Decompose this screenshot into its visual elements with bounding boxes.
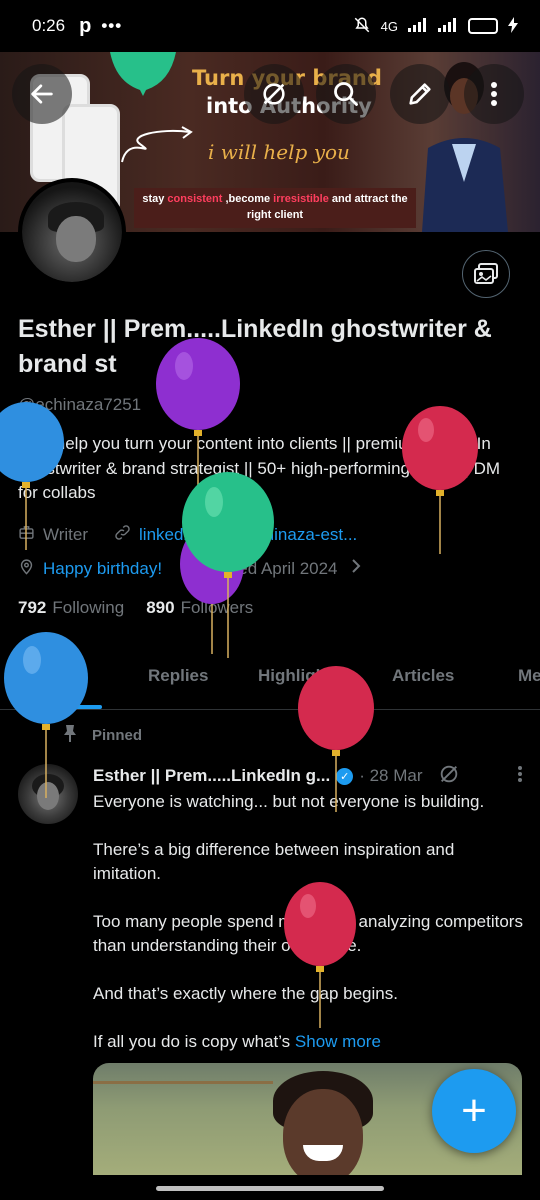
grok-icon (263, 83, 285, 105)
app-notification-icon: p (79, 14, 92, 37)
profile-website-link[interactable]: linkedin.com/in/chinaza-est... (139, 525, 357, 545)
tab-highlights[interactable]: Highlights (258, 666, 341, 686)
mute-icon (353, 16, 371, 37)
following-stat[interactable]: 792 Following (18, 598, 124, 618)
signal-icon-2 (438, 17, 458, 35)
tab-media[interactable]: Me (518, 666, 540, 686)
show-more-link[interactable]: Show more (295, 1032, 381, 1051)
tab-articles[interactable]: Articles (392, 666, 454, 686)
profile-meta-row-1: Writer linkedin.com/in/chinaza-est... (18, 524, 357, 545)
media-gallery-button[interactable] (462, 250, 510, 298)
profile-name: Esther || Prem.....LinkedIn ghostwriter … (18, 315, 492, 378)
post-paragraph: There’s a big difference between inspira… (93, 840, 455, 883)
status-bar: 0:26 p ••• 4G 63 (0, 0, 540, 52)
compose-post-button[interactable]: + (432, 1069, 516, 1153)
pinned-label: Pinned (92, 726, 143, 744)
pencil-icon (409, 83, 431, 105)
signal-icon (408, 17, 428, 35)
post-paragraph: Too many people spend more time analyzin… (93, 912, 523, 955)
profile-handle: @echinaza7251 (18, 395, 142, 414)
post-author-name[interactable]: Esther || Prem.....LinkedIn g... (93, 766, 330, 786)
back-button[interactable] (12, 64, 72, 124)
calendar-icon (182, 558, 199, 579)
network-type-label: 4G (380, 18, 398, 34)
grok-button[interactable] (244, 64, 304, 124)
more-options-button[interactable] (464, 64, 524, 124)
post-last-line: If all you do is copy what’s Show more (93, 1032, 381, 1051)
grok-icon[interactable] (438, 763, 460, 790)
post-paragraph: Everyone is watching... but not everyone… (93, 792, 485, 811)
charging-icon (508, 16, 518, 36)
verified-badge-icon: ✓ (336, 767, 354, 785)
profile-meta-row-2: Happy birthday! Joined April 2024 (18, 558, 362, 579)
status-time: 0:26 (32, 16, 66, 35)
more-notifications-icon: ••• (101, 16, 123, 35)
home-indicator[interactable] (156, 1186, 384, 1191)
battery-icon: 63 (468, 18, 498, 34)
post-date[interactable]: · 28 Mar (359, 766, 422, 786)
post-author-avatar[interactable] (18, 764, 78, 824)
birthday-link[interactable]: Happy birthday! (43, 559, 162, 579)
banner-script-text: i will help you (208, 140, 350, 164)
follow-stats: 792 Following 890 Followers (18, 598, 253, 618)
gallery-icon (474, 263, 498, 284)
link-icon (114, 524, 131, 545)
more-vertical-icon (491, 82, 497, 106)
post-text[interactable]: Everyone is watching... but not everyone… (93, 790, 523, 1054)
profile-avatar[interactable] (18, 178, 126, 286)
pin-icon (58, 724, 82, 746)
post-paragraph: And that’s exactly where the gap begins. (93, 984, 398, 1003)
arrow-doodle (121, 126, 193, 163)
profile-bio: I will help you turn your content into c… (18, 434, 501, 502)
pinned-indicator: Pinned (58, 724, 142, 746)
profile-tabs: Posts Replies Highlights Articles Me (0, 650, 540, 710)
briefcase-icon (18, 524, 35, 545)
joined-date: Joined April 2024 (207, 558, 338, 578)
active-tab-indicator (30, 705, 102, 709)
post-more-icon[interactable] (517, 765, 523, 788)
banner-tagline: stay consistent ,become irresistible and… (134, 188, 416, 228)
chevron-right-icon[interactable] (350, 558, 362, 579)
tab-replies[interactable]: Replies (148, 666, 208, 686)
search-button[interactable] (316, 64, 376, 124)
edit-button[interactable] (390, 64, 450, 124)
location-icon (18, 558, 35, 579)
post-header: Esther || Prem.....LinkedIn g... ✓ · 28 … (93, 764, 523, 788)
tab-posts[interactable]: Posts (36, 666, 82, 686)
profile-category: Writer (43, 524, 89, 544)
followers-stat[interactable]: 890 Followers (146, 598, 253, 618)
search-icon (334, 82, 358, 106)
back-arrow-icon (31, 84, 53, 104)
